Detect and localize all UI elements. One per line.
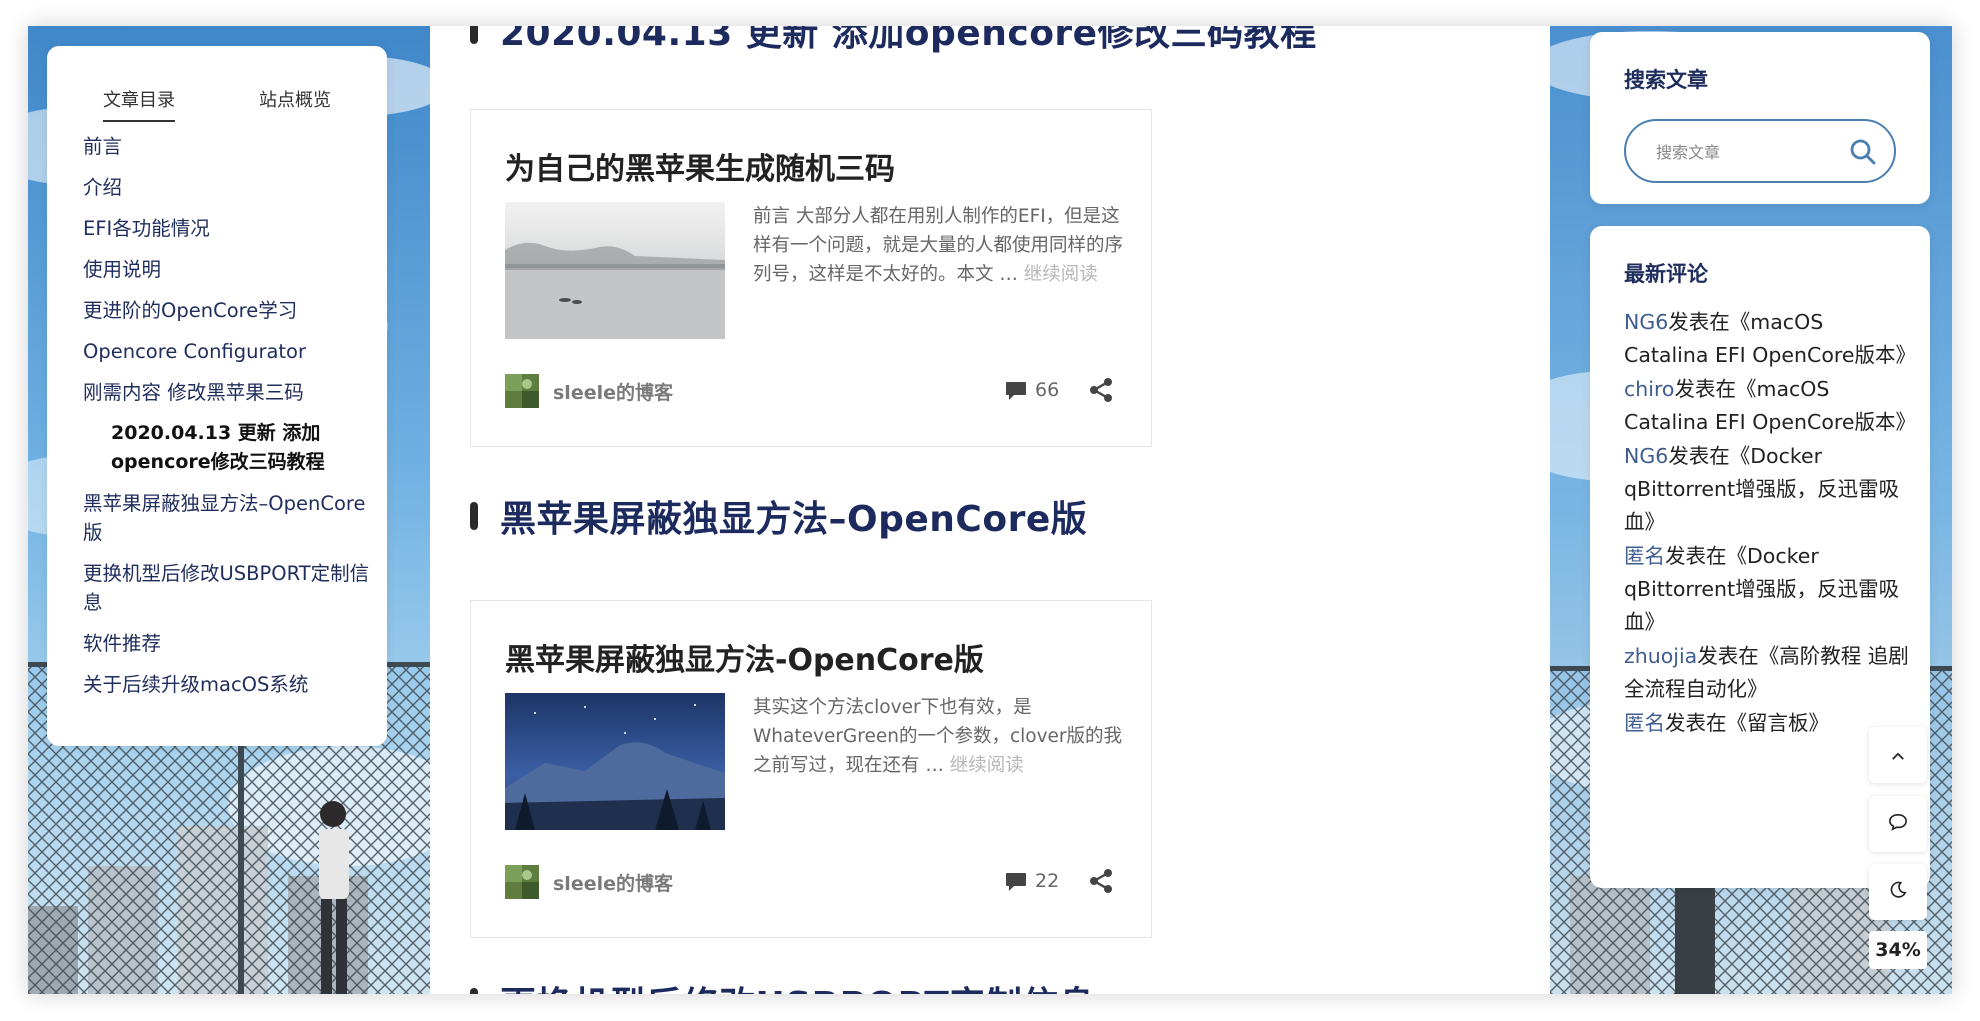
dark-mode-toggle[interactable] [1869, 864, 1927, 920]
section-heading-text: 更换机型后修改USBPORT定制信息 [500, 976, 1095, 994]
author-avatar[interactable] [505, 374, 539, 408]
recent-comment-item[interactable]: 匿名发表在《Docker qBittorrent增强版，反迅雷吸血》 [1624, 540, 1910, 639]
article-list: 2020.04.13 更新 添加opencore修改三码教程 为自己的黑苹果生成… [430, 26, 1550, 994]
browser-viewport: 2020.04.13 更新 添加opencore修改三码教程 为自己的黑苹果生成… [28, 26, 1952, 994]
commenter-name[interactable]: zhuojia [1624, 644, 1697, 668]
heading-bar [470, 502, 478, 530]
commenter-name[interactable]: NG6 [1624, 444, 1668, 468]
comment-count[interactable]: 66 [1035, 379, 1059, 401]
commenter-name[interactable]: 匿名 [1624, 544, 1665, 568]
recent-comment-item[interactable]: NG6发表在《macOS Catalina EFI OpenCore版本》 [1624, 306, 1916, 372]
post-excerpt-text: 其实这个方法clover下也有效，是WhateverGreen的一个参数，clo… [753, 697, 1123, 776]
moon-icon [1889, 881, 1907, 903]
search-icon[interactable] [1848, 137, 1878, 167]
tab-site-overview[interactable]: 站点概览 [259, 86, 331, 120]
toc-item[interactable]: 更换机型后修改USBPORT定制信息 [83, 559, 373, 617]
toc-item[interactable]: Opencore Configurator [83, 337, 373, 366]
comment-bubble-icon [1888, 813, 1908, 835]
heading-bar [470, 26, 478, 44]
tab-article-toc[interactable]: 文章目录 [103, 86, 175, 122]
search-widget-title: 搜索文章 [1624, 68, 1708, 92]
misty-lake-thumbnail[interactable] [505, 202, 725, 339]
toc-item[interactable]: 使用说明 [83, 255, 373, 284]
section-heading-text: 2020.04.13 更新 添加opencore修改三码教程 [500, 26, 1317, 54]
search-input[interactable] [1656, 139, 1836, 165]
toc-item[interactable]: EFI各功能情况 [83, 214, 373, 243]
toc-item[interactable]: 黑苹果屏蔽独显方法–OpenCore版 [83, 489, 373, 547]
search-widget: 搜索文章 [1590, 32, 1930, 204]
recent-comment-item[interactable]: NG6发表在《Docker qBittorrent增强版，反迅雷吸血》 [1624, 440, 1910, 539]
section-heading-text: 黑苹果屏蔽独显方法–OpenCore版 [500, 499, 1088, 540]
commenter-name[interactable]: 匿名 [1624, 711, 1665, 735]
read-more-link[interactable]: 继续阅读 [1024, 264, 1098, 285]
comment-count[interactable]: 22 [1035, 870, 1059, 892]
post-title[interactable]: 黑苹果屏蔽独显方法-OpenCore版 [505, 635, 984, 679]
toc-list: 前言介绍 EFI各功能情况 使用说明更进阶的OpenCore学习 Opencore C… [83, 132, 373, 711]
post-excerpt: 其实这个方法clover下也有效，是WhateverGreen的一个参数，clo… [753, 693, 1125, 780]
heading-bar [470, 988, 478, 994]
toc-subitem[interactable]: 2020.04.13 更新 添加opencore修改三码教程 [111, 419, 373, 477]
share-icon[interactable] [1089, 868, 1113, 894]
toc-panel: 文章目录 站点概览 前言介绍 EFI各功能情况 使用说明更进阶的OpenCore学习… [47, 46, 387, 746]
section-heading[interactable]: 黑苹果屏蔽独显方法–OpenCore版 [470, 490, 1087, 542]
section-heading-partial-bottom[interactable]: 更换机型后修改USBPORT定制信息 [470, 976, 1095, 994]
post-meta: sleele的博客 22 [505, 863, 1119, 899]
author-avatar[interactable] [505, 865, 539, 899]
recent-comment-item[interactable]: chiro发表在《macOS Catalina EFI OpenCore版本》 [1624, 373, 1916, 439]
post-title[interactable]: 为自己的黑苹果生成随机三码 [505, 144, 895, 188]
recent-comments-title: 最新评论 [1624, 262, 1708, 286]
commenter-name[interactable]: NG6 [1624, 310, 1668, 334]
post-card[interactable]: 为自己的黑苹果生成随机三码 前言 大部分人都在用别人制作的EFI，但是这样有一个… [470, 109, 1152, 447]
comment-post-link[interactable]: 发表在《留言板》 [1665, 711, 1829, 735]
author-name[interactable]: sleele的博客 [553, 378, 673, 405]
toc-item[interactable]: 前言 [83, 132, 373, 161]
toc-item[interactable]: 介绍 [83, 173, 373, 202]
commenter-name[interactable]: chiro [1624, 377, 1674, 401]
recent-comments-list: NG6发表在《macOS Catalina EFI OpenCore版本》 chi… [1624, 306, 1916, 741]
recent-comments-widget: 最新评论 NG6发表在《macOS Catalina EFI OpenCore版… [1590, 226, 1930, 888]
comment-icon[interactable] [1005, 872, 1027, 892]
half-dome-night-thumbnail[interactable] [505, 693, 725, 830]
search-box[interactable] [1624, 119, 1896, 183]
post-excerpt: 前言 大部分人都在用别人制作的EFI，但是这样有一个问题，就是大量的人都使用同样… [753, 202, 1125, 289]
post-meta: sleele的博客 66 [505, 372, 1119, 408]
reading-progress: 34% [1869, 931, 1927, 969]
comment-icon[interactable] [1005, 381, 1027, 401]
read-more-link[interactable]: 继续阅读 [950, 755, 1024, 776]
toc-item[interactable]: 关于后续升级macOS系统 [83, 670, 373, 699]
recent-comment-item[interactable]: 匿名发表在《留言板》 [1624, 707, 1910, 740]
author-name[interactable]: sleele的博客 [553, 869, 673, 896]
toc-item[interactable]: 刚需内容 修改黑苹果三码 [83, 378, 373, 407]
section-heading-partial-top[interactable]: 2020.04.13 更新 添加opencore修改三码教程 [470, 26, 1317, 56]
back-to-top-button[interactable] [1869, 727, 1927, 783]
comment-post-link[interactable]: 发表在《Docker qBittorrent增强版，反迅雷吸血》 [1624, 544, 1899, 634]
post-card[interactable]: 黑苹果屏蔽独显方法-OpenCore版 其实这个方法clover下也有效，是Wh… [470, 600, 1152, 938]
chevron-up-icon [1891, 746, 1905, 765]
toc-item[interactable]: 更进阶的OpenCore学习 [83, 296, 373, 325]
recent-comment-item[interactable]: zhuojia发表在《高阶教程 追剧全流程自动化》 [1624, 640, 1910, 706]
comment-post-link[interactable]: 发表在《macOS Catalina EFI OpenCore版本》 [1624, 310, 1916, 367]
toc-tabs: 文章目录 站点概览 [47, 86, 387, 126]
go-to-comments-button[interactable] [1869, 796, 1927, 852]
share-icon[interactable] [1089, 377, 1113, 403]
toc-item[interactable]: 软件推荐 [83, 629, 373, 658]
